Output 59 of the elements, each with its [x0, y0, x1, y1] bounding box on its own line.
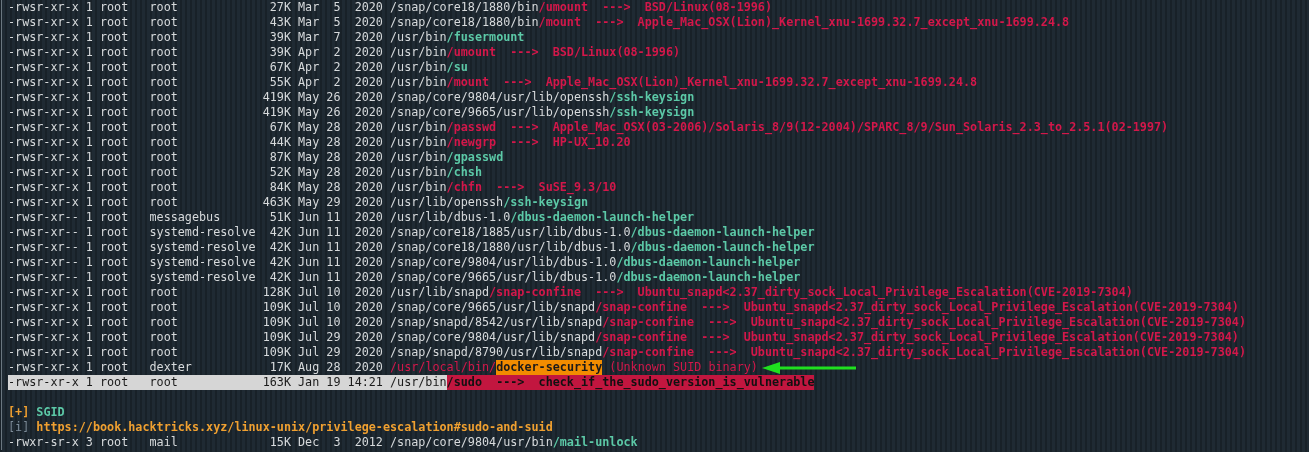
file-listing-text: -rwsr-xr-x 1 root root 84K May 28 2020 /usr/bin	[8, 180, 447, 195]
file-listing-text: -rwsr-xr-- 1 root messagebus 51K Jun 11 2020 /usr/lib/dbus-1.0	[8, 210, 511, 225]
exploit-hint: /chfn ---> SuSE_9.3/10	[446, 180, 617, 195]
file-listing-text: -rwsr-xr-- 1 root systemd-resolve 42K Jun 11 2020 /snap/core18/1880/usr/lib/dbus-1.0	[8, 240, 631, 255]
file-listing-text: -rwxr-sr-x 3 root mail 15K Dec 3 2012 /snap/core/9804/usr/bin	[8, 435, 553, 450]
binary-path: /ssh-keysign	[609, 90, 695, 105]
exploit-hint: /snap-confine ---> Ubuntu_snapd<2.37_dirty_sock_Local_Privilege_Escalation(CVE-2019-7304)	[602, 345, 1246, 360]
exploit-hint: /snap-confine ---> Ubuntu_snapd<2.37_dirty_sock_Local_Privilege_Escalation(CVE-2019-7304)	[602, 315, 1246, 330]
binary-path: /chsh	[446, 165, 482, 180]
file-listing-text: -rwsr-xr-x 1 root root 109K Jul 10 2020 /snap/core/9665/usr/lib/snapd	[8, 300, 596, 315]
binary-path: /dbus-daemon-launch-helper	[616, 255, 801, 270]
binary-path: (Unknown SUID binary)	[609, 360, 758, 375]
file-listing-text: -rwsr-xr-x 1 root root 419K May 26 2020 /snap/core/9804/usr/lib/openssh	[8, 90, 610, 105]
file-listing-text: -rwsr-xr-x 1 root root 128K Jul 10 2020 /usr/lib/snapd	[8, 285, 490, 300]
binary-path: /dbus-daemon-launch-helper	[510, 210, 695, 225]
binary-path: /su	[446, 60, 468, 75]
section-title: SGID	[36, 405, 65, 420]
file-listing-text: -rwsr-xr-x 1 root root 39K Mar 7 2020 /usr/bin	[8, 30, 447, 45]
exploit-hint: /mount ---> Apple_Mac_OSX(Lion)_Kernel_xnu-1699.32.7_except_xnu-1699.24.8	[446, 75, 978, 90]
section-marker: [+]	[8, 405, 30, 420]
binary-path: /dbus-daemon-launch-helper	[630, 240, 815, 255]
exploit-hint: /snap-confine ---> Ubuntu_snapd<2.37_dirty_sock_Local_Privilege_Escalation(CVE-2019-7304)	[489, 285, 1133, 300]
file-listing-text: -rwsr-xr-x 1 root root 44K May 28 2020 /usr/bin	[8, 135, 447, 150]
binary-path: /dbus-daemon-launch-helper	[630, 225, 815, 240]
binary-path: /ssh-keysign	[609, 105, 695, 120]
file-listing-text: -rwsr-xr-x 1 root root 463K May 29 2020 /usr/lib/openssh	[8, 195, 504, 210]
file-listing-text: -rwsr-xr-- 1 root systemd-resolve 42K Jun 11 2020 /snap/core/9804/usr/lib/dbus-1.0	[8, 255, 617, 270]
file-listing-text: -rwsr-xr-x 1 root root 163K Jan 19 14:21 /usr/bin	[8, 375, 447, 390]
exploit-hint: /sudo ---> check_if_the_sudo_version_is_vulnerable	[446, 375, 815, 390]
file-listing-text: -rwsr-xr-x 1 root root 87K May 28 2020 /usr/bin	[8, 150, 447, 165]
file-listing-text: -rwsr-xr-x 1 root root 109K Jul 29 2020 /snap/core/9804/usr/lib/snapd	[8, 330, 596, 345]
binary-path: /dbus-daemon-launch-helper	[616, 270, 801, 285]
exploit-hint: /passwd ---> Apple_Mac_OSX(03-2006)/Solaris_8/9(12-2004)/SPARC_8/9/Sun_Solaris_2.3_to_2.5.1(02-1997)	[446, 120, 1169, 135]
exploit-hint: /snap-confine ---> Ubuntu_snapd<2.37_dirty_sock_Local_Privilege_Escalation(CVE-2019-7304)	[595, 300, 1239, 315]
file-listing-text: -rwsr-xr-x 1 root root 55K Apr 2 2020 /usr/bin	[8, 75, 447, 90]
file-listing-text: -rwsr-xr-- 1 root systemd-resolve 42K Jun 11 2020 /snap/core/9665/usr/lib/dbus-1.0	[8, 270, 617, 285]
file-listing-text: -rwsr-xr-x 1 root root 39K Apr 2 2020 /usr/bin	[8, 45, 447, 60]
exploit-hint: /newgrp ---> HP-UX_10.20	[446, 135, 631, 150]
exploit-hint: /umount ---> BSD/Linux(08-1996)	[446, 45, 681, 60]
file-listing-text: -rwsr-xr-- 1 root systemd-resolve 42K Jun 11 2020 /snap/core18/1885/usr/lib/dbus-1.0	[8, 225, 631, 240]
file-listing-text: -rwsr-xr-x 1 root root 67K Apr 2 2020 /usr/bin	[8, 60, 447, 75]
exploit-hint: /snap-confine ---> Ubuntu_snapd<2.37_dirty_sock_Local_Privilege_Escalation(CVE-2019-7304)	[595, 330, 1239, 345]
file-listing-text: -rwsr-xr-x 1 root root 52K May 28 2020 /usr/bin	[8, 165, 447, 180]
arrow-icon	[761, 361, 856, 374]
file-listing-text: -rwsr-xr-x 1 root root 419K May 26 2020 /snap/core/9665/usr/lib/openssh	[8, 105, 610, 120]
file-listing-text: -rwsr-xr-x 1 root root 43K Mar 5 2020 /snap/core18/1880/bin	[8, 15, 539, 30]
file-listing-text: -rwsr-xr-x 1 root root 109K Jul 29 2020 /snap/snapd/8790/usr/lib/snapd	[8, 345, 603, 360]
file-listing-text: -rwsr-xr-x 1 root root 27K Mar 5 2020 /snap/core18/1880/bin	[8, 0, 539, 15]
file-listing-text: -rwsr-xr-x 1 root root 109K Jul 10 2020 /snap/snapd/8542/usr/lib/snapd	[8, 315, 603, 330]
binary-path: /fusermount	[446, 30, 525, 45]
exploit-hint: /mount ---> Apple_Mac_OSX(Lion)_Kernel_xnu-1699.32.7_except_xnu-1699.24.8	[538, 15, 1070, 30]
highlighted-binary: docker-security	[496, 360, 603, 375]
file-listing-text: -rwsr-xr-x 1 root dexter 17K Aug 28 2020	[8, 360, 383, 375]
binary-path: /mail-unlock	[552, 435, 638, 450]
exploit-hint: /umount ---> BSD/Linux(08-1996)	[538, 0, 772, 15]
binary-path: /gpasswd	[446, 150, 504, 165]
binary-path: /ssh-keysign	[503, 195, 589, 210]
info-marker: [i]	[8, 420, 30, 435]
file-listing-text: -rwsr-xr-x 1 root root 67K May 28 2020 /usr/bin	[8, 120, 447, 135]
